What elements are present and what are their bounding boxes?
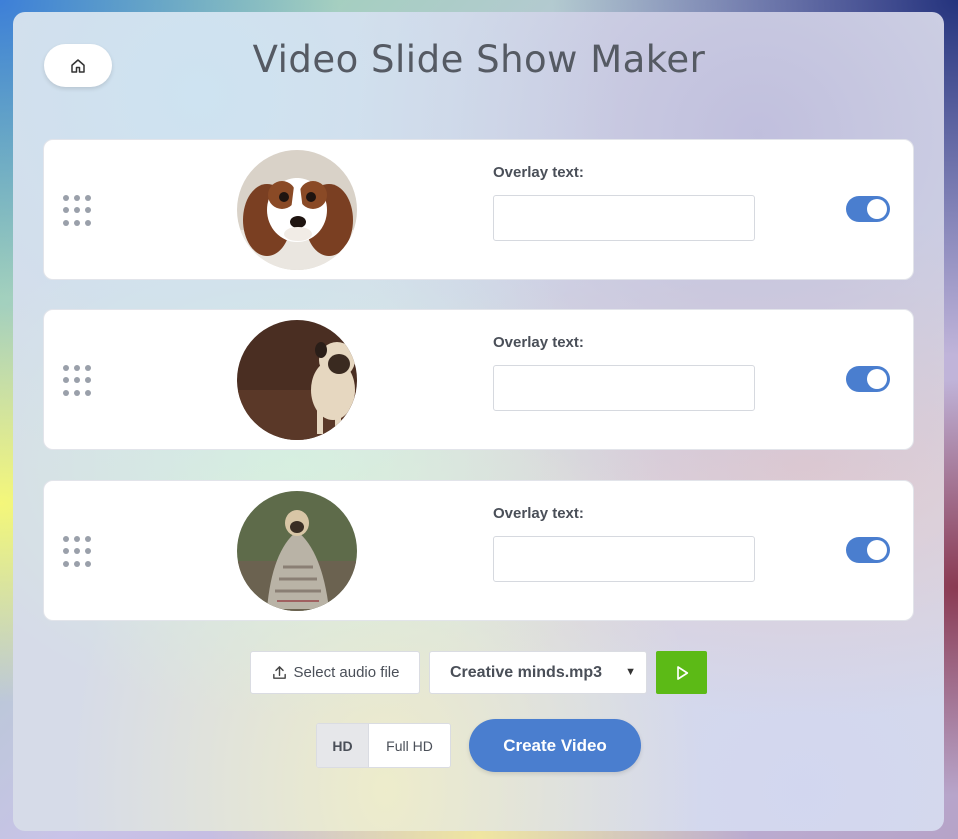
create-video-button[interactable]: Create Video [469, 719, 641, 772]
caret-down-icon: ▼ [625, 666, 636, 678]
overlay-text-input-1[interactable] [493, 195, 755, 241]
select-audio-button[interactable]: Select audio file [250, 651, 420, 694]
slide-thumbnail-2 [237, 320, 357, 440]
slide-card-2: Overlay text: [43, 309, 914, 450]
slide-thumbnail-3 [237, 491, 357, 611]
slide-toggle-1[interactable] [846, 196, 890, 222]
slide-thumbnail-1 [237, 150, 357, 270]
slide-card-1: Overlay text: [43, 139, 914, 280]
overlay-label-3: Overlay text: [493, 505, 584, 522]
slide-card-3: Overlay text: [43, 480, 914, 621]
overlay-label-1: Overlay text: [493, 164, 584, 181]
slide-toggle-3[interactable] [846, 537, 890, 563]
slide-toggle-2[interactable] [846, 366, 890, 392]
drag-handle-icon[interactable] [63, 365, 95, 397]
overlay-text-input-2[interactable] [493, 365, 755, 411]
drag-handle-icon[interactable] [63, 536, 95, 568]
audio-file-selected: Creative minds.mp3 [450, 663, 603, 681]
quality-option-full-hd[interactable]: Full HD [369, 724, 450, 767]
play-icon [676, 665, 688, 680]
overlay-text-input-3[interactable] [493, 536, 755, 582]
overlay-label-2: Overlay text: [493, 334, 584, 351]
quality-option-hd[interactable]: HD [317, 724, 369, 767]
select-audio-label: Select audio file [293, 664, 400, 681]
upload-icon [272, 666, 286, 679]
audio-file-select[interactable]: Creative minds.mp3 ▼ [429, 651, 647, 694]
page-title: Video Slide Show Maker [252, 38, 706, 81]
quality-selector: HD Full HD [316, 723, 451, 768]
play-audio-button[interactable] [656, 651, 707, 694]
drag-handle-icon[interactable] [63, 195, 95, 227]
